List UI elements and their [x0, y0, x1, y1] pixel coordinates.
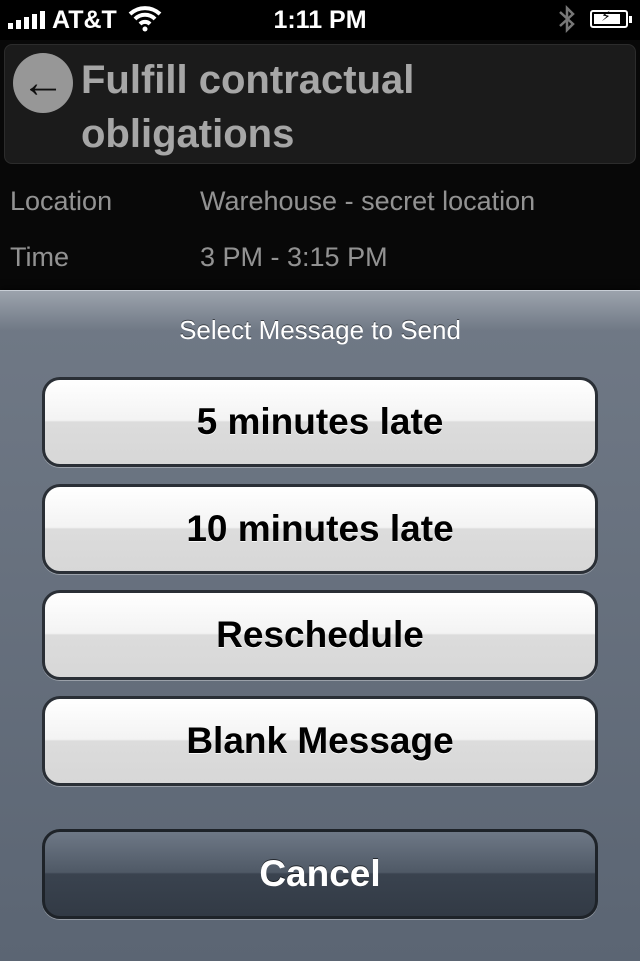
option-reschedule-button[interactable]: Reschedule	[42, 590, 598, 680]
option-10-minutes-late-button[interactable]: 10 minutes late	[42, 484, 598, 574]
action-sheet-title: Select Message to Send	[179, 315, 461, 345]
bluetooth-icon	[556, 2, 578, 43]
status-bar: AT&T 1:11 PM ⚡	[0, 0, 640, 40]
charging-bolt-icon: ⚡	[601, 8, 611, 24]
button-label: Cancel	[259, 853, 381, 894]
button-label: Reschedule	[216, 614, 424, 655]
battery-icon: ⚡	[590, 8, 632, 28]
cancel-button[interactable]: Cancel	[42, 829, 598, 919]
option-5-minutes-late-button[interactable]: 5 minutes late	[42, 377, 598, 467]
status-time: 1:11 PM	[273, 6, 367, 34]
button-label: Blank Message	[186, 720, 454, 761]
action-sheet: Select Message to Send 5 minutes late 10…	[0, 290, 640, 961]
button-label: 10 minutes late	[186, 508, 454, 549]
dim-overlay	[0, 40, 640, 290]
button-label: 5 minutes late	[196, 401, 444, 442]
option-blank-message-button[interactable]: Blank Message	[42, 696, 598, 786]
